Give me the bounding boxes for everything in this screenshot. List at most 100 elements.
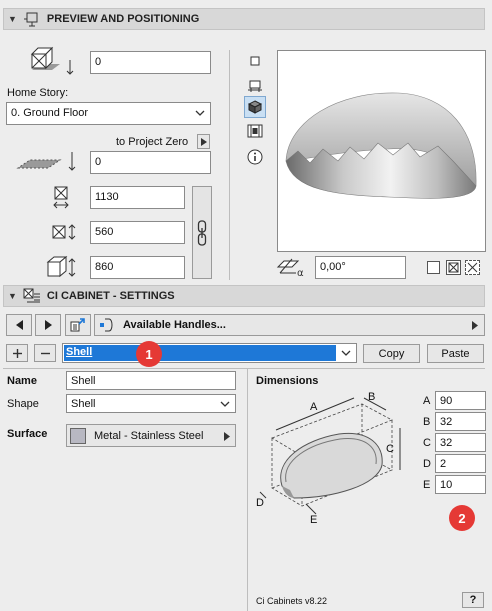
play-arrow-icon (200, 137, 207, 146)
shape-label: Shape (7, 398, 39, 410)
view-3d-button[interactable] (244, 96, 266, 118)
prev-button[interactable] (6, 314, 32, 336)
dimension-field[interactable]: 10 (435, 475, 486, 494)
available-handles-label: Available Handles... (123, 319, 226, 331)
arrow-right-icon (44, 320, 52, 330)
mirror-x-icon (448, 262, 459, 273)
surface-label: Surface (7, 428, 48, 440)
mirror-y-icon (467, 262, 478, 273)
elevation-view-icon (248, 80, 262, 92)
plus-icon (12, 348, 22, 358)
mirror-none-checkbox[interactable] (427, 261, 440, 274)
mirror-x-button[interactable] (446, 260, 461, 275)
preview-positioning-icon (23, 12, 38, 27)
width-icon (53, 186, 69, 209)
dimension-field[interactable]: 32 (435, 412, 486, 431)
rotation-angle-icon: α (276, 258, 304, 277)
view-section-button[interactable] (246, 77, 264, 95)
preview-separator (229, 50, 230, 280)
depth-field[interactable]: 560 (90, 221, 185, 244)
shape-value: Shell (71, 398, 96, 410)
elevation-icon (30, 46, 74, 75)
link-proportions-button[interactable] (192, 186, 212, 279)
dimension-field[interactable]: 2 (435, 454, 486, 473)
settings-section-header[interactable]: ▼ CI CABINET - SETTINGS (3, 285, 485, 307)
dimension-key-label: A (423, 395, 431, 407)
dimension-key-label: D (423, 458, 431, 470)
square-outline-icon (250, 56, 260, 66)
svg-text:C: C (386, 443, 394, 455)
project-zero-arrow-button[interactable] (197, 134, 210, 149)
home-story-select[interactable]: 0. Ground Floor (6, 102, 211, 125)
settings-section-title: CI CABINET - SETTINGS (46, 290, 175, 302)
chevron-down-icon (341, 350, 351, 356)
name-field[interactable]: Shell (66, 371, 236, 390)
dimensions-diagram: A B C D E (256, 391, 401, 526)
chain-link-icon (197, 219, 207, 246)
callout-badge-1: 1 (136, 341, 162, 367)
width-field[interactable]: 1130 (90, 186, 185, 209)
version-label: Ci Cabinets v8.22 (256, 596, 328, 606)
arrow-left-icon (15, 320, 23, 330)
info-icon (247, 149, 263, 165)
collapse-triangle-icon[interactable]: ▼ (8, 291, 17, 301)
preview-section-title: PREVIEW AND POSITIONING (46, 13, 200, 25)
dimension-key-label: C (423, 437, 431, 449)
handle-icon (100, 318, 113, 332)
dimension-key-label: B (423, 416, 431, 428)
part-select-value: Shell (66, 346, 93, 358)
cube-3d-icon (248, 100, 262, 114)
dimension-field[interactable]: 32 (435, 433, 486, 452)
to-project-zero-label: to Project Zero (116, 136, 189, 148)
svg-text:D: D (256, 497, 264, 509)
play-arrow-icon (224, 432, 230, 441)
dimensions-label: Dimensions (256, 375, 319, 387)
help-button[interactable]: ? (462, 592, 484, 608)
svg-text:A: A (310, 401, 318, 413)
shape-select[interactable]: Shell (66, 394, 236, 413)
rotation-angle-field[interactable]: 0,00° (315, 256, 406, 279)
view-2d-button[interactable] (246, 52, 264, 70)
surface-value: Metal - Stainless Steel (94, 429, 204, 442)
preview-3d-area[interactable] (277, 50, 486, 252)
name-label: Name (7, 375, 37, 387)
height-field[interactable]: 860 (90, 256, 185, 279)
svg-text:E: E (310, 514, 317, 526)
remove-part-button[interactable] (34, 344, 56, 362)
list-export-icon (70, 318, 85, 332)
film-strip-icon (247, 124, 263, 138)
play-arrow-icon (472, 321, 478, 330)
elevation-field[interactable]: 0 (90, 51, 211, 74)
copy-button[interactable]: Copy (363, 344, 420, 363)
part-select[interactable]: Shell (62, 343, 357, 363)
view-info-button[interactable] (246, 148, 264, 166)
preview-section-header[interactable]: ▼ PREVIEW AND POSITIONING (3, 8, 485, 30)
home-story-label: Home Story: (7, 87, 69, 99)
callout-badge-2: 2 (449, 505, 475, 531)
chevron-down-icon (195, 110, 205, 116)
surface-picker-button[interactable]: Metal - Stainless Steel (66, 424, 236, 447)
cabinet-settings-icon (23, 288, 40, 303)
minus-icon (40, 352, 50, 354)
paste-button[interactable]: Paste (427, 344, 484, 363)
add-part-button[interactable] (6, 344, 28, 362)
collapse-triangle-icon[interactable]: ▼ (8, 14, 17, 24)
chevron-down-icon (220, 401, 230, 407)
next-button[interactable] (35, 314, 61, 336)
svg-text:B: B (368, 391, 375, 403)
project-zero-icon (16, 152, 76, 171)
home-story-value: 0. Ground Floor (11, 107, 89, 119)
height-icon (46, 255, 76, 278)
dimension-field[interactable]: 90 (435, 391, 486, 410)
project-zero-field[interactable]: 0 (90, 151, 211, 174)
depth-icon (52, 224, 76, 240)
shell-3d-preview (285, 92, 477, 199)
export-list-button[interactable] (65, 314, 91, 336)
svg-text:α: α (297, 268, 304, 277)
available-handles-button[interactable]: Available Handles... (94, 314, 485, 336)
settings-separator (3, 368, 485, 369)
view-film-button[interactable] (246, 122, 264, 140)
dimension-key-label: E (423, 479, 431, 491)
settings-vertical-separator (247, 369, 248, 611)
mirror-y-button[interactable] (465, 260, 480, 275)
